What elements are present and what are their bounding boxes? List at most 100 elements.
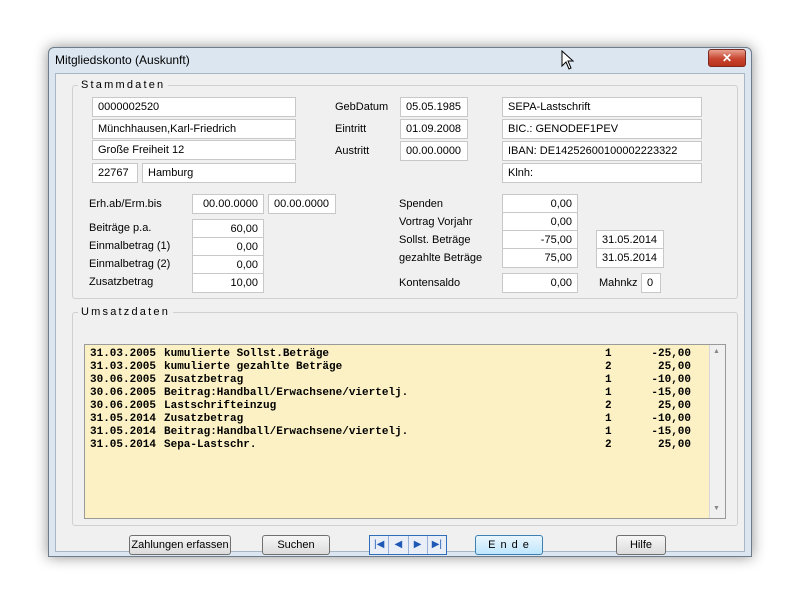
transaction-text: Beitrag:Handball/Erwachsene/viertelj. (164, 387, 409, 399)
transactions-list[interactable]: 31.03.2005 kumulierte Sollst.Beträge 1 -… (84, 344, 726, 519)
list-item[interactable]: 31.05.2014 Sepa-Lastschr. 2 25,00 (85, 439, 705, 452)
title-bar[interactable]: Mitgliedskonto (Auskunft) ✕ (49, 48, 751, 72)
zip-field[interactable]: 22767 (92, 163, 138, 183)
scroll-up-icon[interactable]: ▲ (713, 348, 720, 355)
transaction-code: 1 (605, 387, 612, 399)
one-time-fee-2-label: Einmalbetrag (2) (89, 258, 171, 270)
transaction-code: 2 (605, 400, 612, 412)
transaction-code: 1 (605, 374, 612, 386)
transaction-amount: 25,00 (657, 361, 691, 373)
account-window: Mitgliedskonto (Auskunft) ✕ Stammdaten 0… (48, 47, 752, 557)
discount-until-field[interactable]: 00.00.0000 (268, 194, 336, 214)
carryover-label: Vortrag Vorjahr (399, 216, 473, 228)
one-time-fee-1-label: Einmalbetrag (1) (89, 240, 171, 252)
birthdate-label: GebDatum (335, 101, 389, 113)
one-time-fee-2-field[interactable]: 0,00 (192, 255, 264, 275)
list-item[interactable]: 31.03.2005 kumulierte gezahlte Beträge 2… (85, 361, 705, 374)
iban-field[interactable]: IBAN: DE14252600100002223322 (502, 141, 702, 161)
transaction-amount: 25,00 (657, 439, 691, 451)
list-item[interactable]: 31.05.2014 Zusatzbetrag 1 -10,00 (85, 413, 705, 426)
account-balance-label: Kontensaldo (399, 277, 461, 289)
discount-period-label: Erh.ab/Erm.bis (89, 198, 162, 210)
donations-field[interactable]: 0,00 (502, 194, 578, 214)
bic-field[interactable]: BIC.: GENODEF1PEV (502, 119, 702, 139)
last-record-icon[interactable]: ▶| (428, 536, 446, 554)
transaction-text: Beitrag:Handball/Erwachsene/viertelj. (164, 426, 409, 438)
member-number-field[interactable]: 0000002520 (92, 97, 296, 117)
list-item[interactable]: 30.06.2005 Zusatzbetrag 1 -10,00 (85, 374, 705, 387)
transaction-code: 2 (605, 439, 612, 451)
transaction-amount: -15,00 (651, 426, 691, 438)
transaction-text: Sepa-Lastschr. (164, 439, 257, 451)
entry-date-label: Eintritt (335, 123, 367, 135)
entry-date-field[interactable]: 01.09.2008 (400, 119, 468, 139)
end-button[interactable]: E n d e (475, 535, 543, 555)
annual-fee-field[interactable]: 60,00 (192, 219, 264, 239)
transaction-code: 1 (605, 348, 612, 360)
help-button[interactable]: Hilfe (616, 535, 666, 555)
dunning-code-field[interactable]: 0 (641, 273, 661, 293)
list-item[interactable]: 30.06.2005 Lastschrifteinzug 2 25,00 (85, 400, 705, 413)
street-field[interactable]: Große Freiheit 12 (92, 140, 296, 160)
transaction-date: 31.05.2014 (90, 439, 157, 451)
transaction-date: 31.03.2005 (90, 361, 157, 373)
exit-date-field[interactable]: 00.00.0000 (400, 141, 468, 161)
transaction-code: 1 (605, 426, 612, 438)
transaction-code: 2 (605, 361, 612, 373)
stammdaten-legend: Stammdaten (78, 79, 169, 91)
transaction-amount: 25,00 (657, 400, 691, 412)
target-amounts-date-field[interactable]: 31.05.2014 (596, 230, 664, 250)
transaction-date: 31.05.2014 (90, 426, 157, 438)
carryover-field[interactable]: 0,00 (502, 212, 578, 232)
list-item[interactable]: 31.05.2014 Beitrag:Handball/Erwachsene/v… (85, 426, 705, 439)
record-navigator: |◀ ◀ ▶ ▶| (369, 535, 447, 555)
close-button[interactable]: ✕ (708, 49, 746, 67)
transaction-date: 30.06.2005 (90, 400, 157, 412)
record-payments-button[interactable]: Zahlungen erfassen (129, 535, 231, 555)
account-holder-field[interactable]: Klnh: (502, 163, 702, 183)
account-balance-field[interactable]: 0,00 (502, 273, 578, 293)
annual-fee-label: Beiträge p.a. (89, 222, 152, 234)
transaction-date: 31.05.2014 (90, 413, 157, 425)
city-field[interactable]: Hamburg (142, 163, 296, 183)
paid-amounts-field[interactable]: 75,00 (502, 248, 578, 268)
client-area: Stammdaten 0000002520 Münchhausen,Karl-F… (55, 73, 745, 555)
transaction-text: kumulierte gezahlte Beträge (164, 361, 343, 373)
target-amounts-label: Sollst. Beträge (399, 234, 471, 246)
exit-date-label: Austritt (335, 145, 370, 157)
transaction-amount: -25,00 (651, 348, 691, 360)
umsatzdaten-legend: Umsatzdaten (78, 306, 174, 318)
birthdate-field[interactable]: 05.05.1985 (400, 97, 468, 117)
additional-fee-label: Zusatzbetrag (89, 276, 154, 288)
transaction-date: 30.06.2005 (90, 374, 157, 386)
additional-fee-field[interactable]: 10,00 (192, 273, 264, 293)
discount-from-field[interactable]: 00.00.0000 (192, 194, 264, 214)
paid-amounts-label: gezahlte Beträge (399, 252, 483, 264)
target-amounts-field[interactable]: -75,00 (502, 230, 578, 250)
previous-record-icon[interactable]: ◀ (389, 536, 409, 554)
transaction-text: Lastschrifteinzug (164, 400, 277, 412)
list-item[interactable]: 30.06.2005 Beitrag:Handball/Erwachsene/v… (85, 387, 705, 400)
transaction-code: 1 (605, 413, 612, 425)
list-scrollbar[interactable]: ▲ ▼ (709, 345, 725, 518)
transaction-date: 30.06.2005 (90, 387, 157, 399)
transaction-text: kumulierte Sollst.Beträge (164, 348, 330, 360)
list-item[interactable]: 31.03.2005 kumulierte Sollst.Beträge 1 -… (85, 348, 705, 361)
close-icon: ✕ (721, 51, 733, 65)
transaction-date: 31.03.2005 (90, 348, 157, 360)
member-name-field[interactable]: Münchhausen,Karl-Friedrich (92, 119, 296, 139)
transaction-amount: -10,00 (651, 374, 691, 386)
scroll-down-icon[interactable]: ▼ (713, 505, 720, 512)
transaction-text: Zusatzbetrag (164, 413, 244, 425)
dunning-code-label: Mahnkz (599, 277, 638, 289)
search-button[interactable]: Suchen (262, 535, 330, 555)
mouse-cursor-icon (561, 50, 575, 70)
transaction-amount: -10,00 (651, 413, 691, 425)
donations-label: Spenden (399, 198, 444, 210)
first-record-icon[interactable]: |◀ (370, 536, 390, 554)
payment-method-field[interactable]: SEPA-Lastschrift (502, 97, 702, 117)
transaction-amount: -15,00 (651, 387, 691, 399)
paid-amounts-date-field[interactable]: 31.05.2014 (596, 248, 664, 268)
one-time-fee-1-field[interactable]: 0,00 (192, 237, 264, 257)
next-record-icon[interactable]: ▶ (409, 536, 428, 554)
